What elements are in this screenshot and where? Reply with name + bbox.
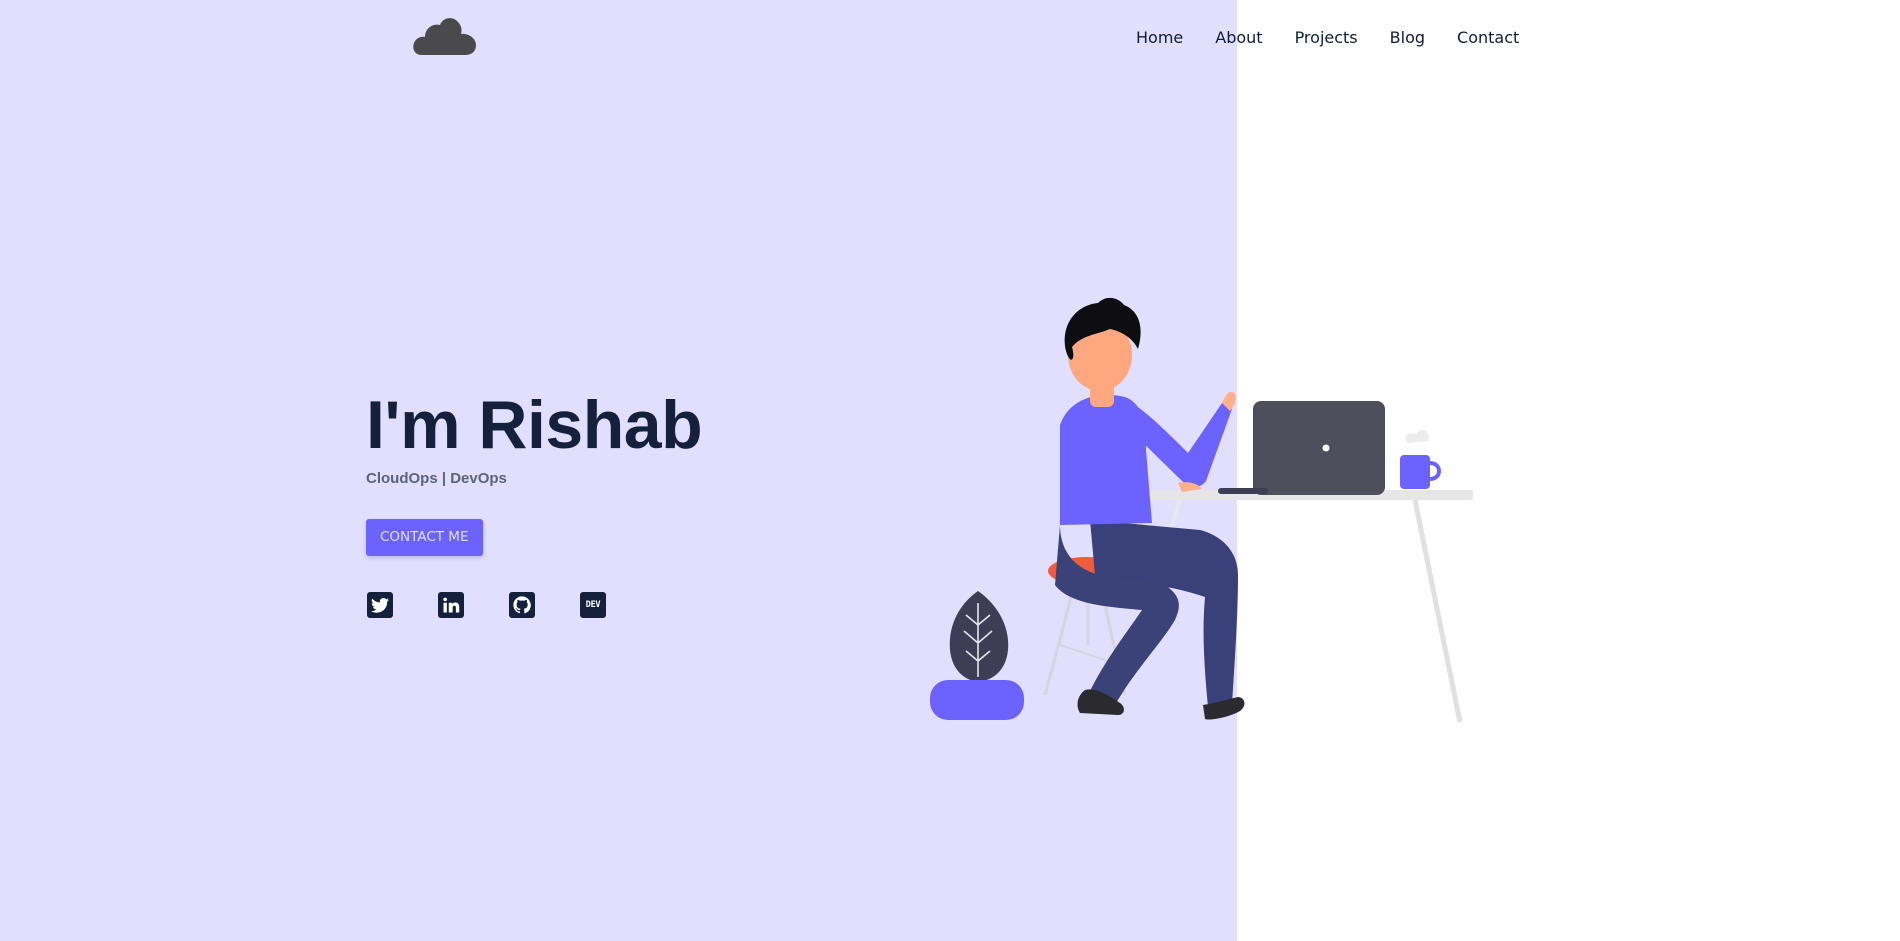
- main-nav: Home About Projects Blog Contact: [1136, 26, 1519, 50]
- plant-illustration: [930, 591, 1024, 720]
- dev-icon[interactable]: DEV: [580, 592, 606, 618]
- nav-projects[interactable]: Projects: [1295, 26, 1358, 50]
- nav-home[interactable]: Home: [1136, 26, 1183, 50]
- cloud-logo-icon[interactable]: [412, 12, 480, 56]
- desk-illustration: [1133, 490, 1473, 723]
- laptop-illustration: [1218, 401, 1385, 495]
- hero-subtitle: CloudOps | DevOps: [366, 470, 507, 487]
- person-at-desk-illustration: [930, 297, 1473, 723]
- github-icon[interactable]: [509, 592, 535, 618]
- nav-blog[interactable]: Blog: [1390, 26, 1425, 50]
- social-links: DEV: [367, 592, 606, 618]
- hero-section: I'm Rishab CloudOps | DevOps CONTACT ME: [366, 385, 703, 556]
- twitter-icon[interactable]: [367, 592, 393, 618]
- hero-title: I'm Rishab: [366, 387, 703, 463]
- linkedin-icon[interactable]: [438, 592, 464, 618]
- contact-me-button[interactable]: CONTACT ME: [366, 519, 483, 556]
- person-illustration: [1055, 297, 1245, 720]
- mug-illustration: [1400, 429, 1441, 489]
- page: Home About Projects Blog Contact I'm Ris…: [0, 0, 1900, 941]
- nav-contact[interactable]: Contact: [1457, 26, 1519, 50]
- nav-about[interactable]: About: [1215, 26, 1262, 50]
- dev-icon-label: DEV: [585, 600, 601, 610]
